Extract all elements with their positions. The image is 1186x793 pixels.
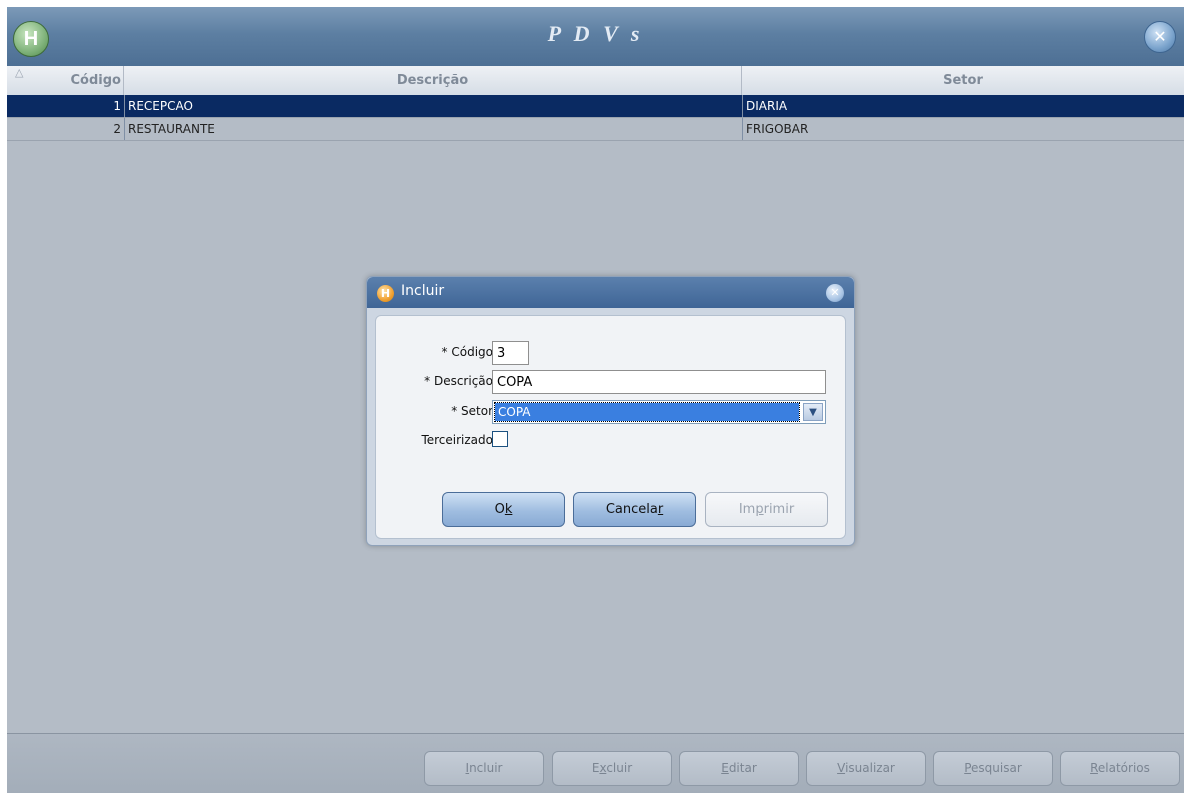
editar-button[interactable]: Editar	[679, 751, 799, 786]
chevron-down-icon[interactable]: ▼	[803, 403, 823, 421]
cancelar-button[interactable]: Cancelar	[573, 492, 696, 527]
dialog-close-icon[interactable]: ✕	[826, 284, 844, 302]
codigo-field[interactable]: 3	[492, 341, 529, 365]
setor-select[interactable]: COPA ▼	[492, 400, 826, 424]
incluir-dialog: H Incluir ✕ * Código 3 * Descrição COPA …	[366, 276, 855, 546]
terceirizado-checkbox[interactable]	[492, 431, 508, 447]
dialog-form-panel: * Código 3 * Descrição COPA * Setor COPA…	[375, 315, 846, 539]
cell-codigo: 2	[113, 122, 121, 136]
cell-codigo: 1	[113, 99, 121, 113]
cell-setor: FRIGOBAR	[742, 118, 808, 140]
dialog-logo-icon: H	[377, 285, 394, 302]
close-icon[interactable]: ✕	[1144, 21, 1176, 53]
codigo-label: * Código	[441, 345, 493, 359]
table-row[interactable]: 1 RECEPCAO DIARIA	[7, 95, 1184, 118]
pesquisar-button[interactable]: Pesquisar	[933, 751, 1053, 786]
cell-descricao: RESTAURANTE	[124, 118, 215, 140]
column-header-codigo[interactable]: Código	[7, 66, 124, 95]
visualizar-button[interactable]: Visualizar	[806, 751, 926, 786]
relatorios-button[interactable]: Relatórios	[1060, 751, 1180, 786]
column-header-setor[interactable]: Setor	[742, 66, 1184, 95]
grid-header: △ Código Descrição Setor	[7, 66, 1184, 96]
cell-descricao: RECEPCAO	[124, 95, 193, 117]
column-header-descricao[interactable]: Descrição	[124, 66, 742, 95]
title-bar: H P D V s ✕	[7, 7, 1184, 66]
setor-label: * Setor	[451, 404, 493, 418]
bottom-toolbar: Incluir Excluir Editar Visualizar Pesqui…	[7, 733, 1184, 793]
table-row[interactable]: 2 RESTAURANTE FRIGOBAR	[7, 118, 1184, 141]
cell-setor: DIARIA	[742, 95, 787, 117]
window-title: P D V s	[547, 21, 644, 46]
dialog-title: Incluir	[401, 283, 445, 299]
dialog-title-bar: H Incluir ✕	[367, 277, 854, 308]
descricao-field[interactable]: COPA	[492, 370, 826, 394]
grid-body: 1 RECEPCAO DIARIA 2 RESTAURANTE FRIGOBAR	[7, 95, 1184, 141]
descricao-label: * Descrição	[424, 374, 493, 388]
imprimir-button[interactable]: Imprimir	[705, 492, 828, 527]
setor-selected-value: COPA	[494, 402, 800, 422]
ok-button[interactable]: Ok	[442, 492, 565, 527]
incluir-button[interactable]: Incluir	[424, 751, 544, 786]
terceirizado-label: Terceirizado	[421, 433, 493, 447]
excluir-button[interactable]: Excluir	[552, 751, 672, 786]
